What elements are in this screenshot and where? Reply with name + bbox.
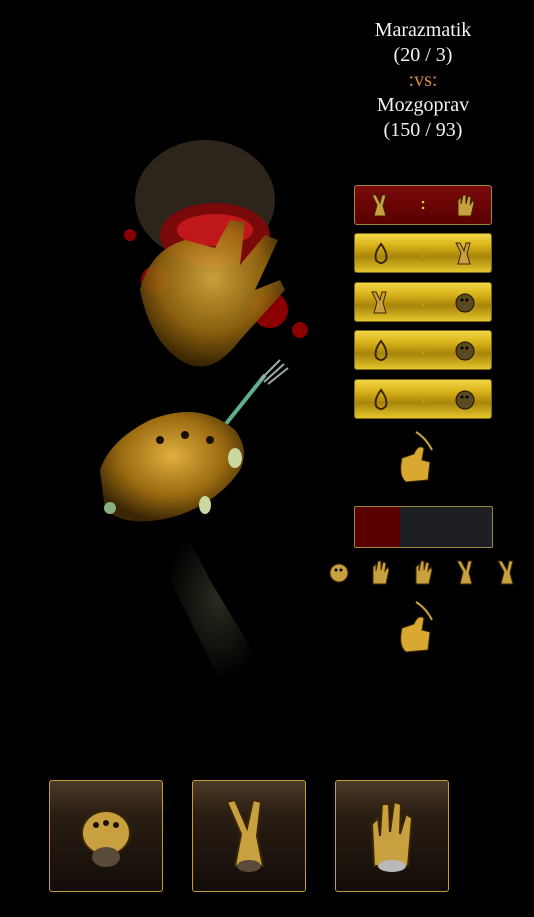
round-separator: : (420, 244, 426, 261)
progress-bar (354, 506, 493, 548)
round-row: : (354, 185, 492, 225)
thumbs-up-icon (400, 601, 433, 653)
round-separator: : (420, 293, 426, 310)
round-row: : (354, 379, 492, 419)
victory-icon (456, 560, 473, 585)
paper-icon (372, 560, 390, 585)
paper-icon (415, 560, 433, 585)
thumbs-up-icon (400, 431, 433, 483)
victory-icon (497, 560, 514, 585)
fork-shape (223, 373, 267, 427)
rock-icon (329, 563, 349, 583)
paper-button[interactable] (335, 780, 449, 892)
player-name: Marazmatik (374, 19, 472, 41)
player-score: (20 / 3) (393, 44, 453, 66)
round-separator: : (420, 196, 426, 213)
lower-glove-shape (100, 412, 244, 522)
rock-icon (81, 810, 131, 867)
rock-button[interactable] (49, 780, 163, 892)
paper-icon (370, 800, 414, 872)
drop-icon (374, 339, 388, 361)
round-row: : (354, 282, 492, 322)
victory-icon (455, 242, 471, 265)
vs-label: :vs: (408, 69, 438, 91)
rock-icon (455, 341, 475, 361)
victory-icon (371, 291, 387, 314)
scissors-button[interactable] (192, 780, 306, 892)
round-separator: : (420, 341, 426, 358)
victory-icon (371, 194, 387, 217)
paper-icon (457, 194, 475, 217)
victory-icon (225, 798, 265, 872)
drop-icon (374, 388, 388, 410)
drop-icon (374, 242, 388, 264)
round-separator: : (420, 390, 426, 407)
progress-fill (355, 507, 401, 547)
rock-icon (455, 390, 475, 410)
match-header: Marazmatik (20 / 3) :vs: Mozgoprav (150 … (355, 18, 491, 143)
hero-artwork (100, 140, 308, 680)
round-row: : (354, 233, 492, 273)
opponent-name: Mozgoprav (376, 94, 470, 116)
round-row: : (354, 330, 492, 370)
opponent-score: (150 / 93) (383, 119, 463, 141)
forearm-shape (165, 520, 270, 680)
rock-icon (455, 293, 475, 313)
